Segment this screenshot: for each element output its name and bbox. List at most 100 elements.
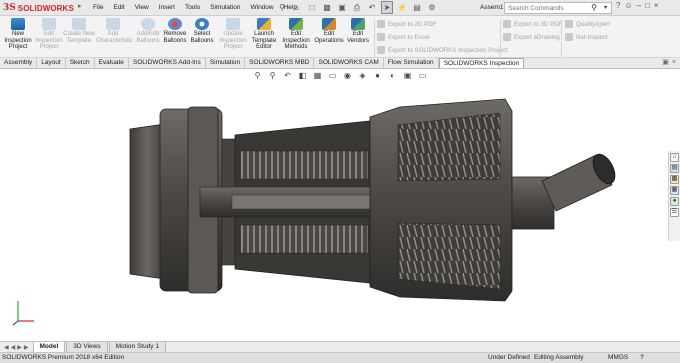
menu-window[interactable]: Window: [245, 0, 278, 16]
edit-mode-status: Editing Assembly: [534, 354, 584, 361]
update-inspection-project-button[interactable]: Update Inspection Project: [216, 18, 250, 51]
status-bar: SOLIDWORKS Premium 2018 x64 Edition Unde…: [0, 352, 680, 363]
scroll-last-icon[interactable]: ▶: [24, 344, 29, 351]
select-balloons-button[interactable]: Select Balloons: [185, 18, 219, 44]
panel-close-icon[interactable]: ×: [672, 58, 676, 68]
scroll-next-icon[interactable]: ▶: [17, 344, 22, 351]
vendors-icon: [351, 18, 365, 30]
menu-view[interactable]: View: [130, 0, 154, 16]
pin-icon[interactable]: ⚲: [276, 1, 288, 14]
add-balloons-icon: [141, 18, 155, 30]
tab-solidworks-mbd[interactable]: SOLIDWORKS MBD: [245, 58, 315, 68]
pdf-3d-icon: [503, 20, 511, 28]
edit-inspection-methods-button[interactable]: Edit Inspection Methods: [279, 18, 313, 51]
separator: [374, 19, 375, 57]
net-inspect-button[interactable]: Net-Inspect: [565, 32, 608, 42]
search-input[interactable]: [508, 4, 588, 12]
new-inspection-project-icon: [11, 18, 25, 30]
tab-flow-simulation[interactable]: Flow Simulation: [384, 58, 439, 68]
options-gear-icon[interactable]: ⚙: [426, 1, 438, 14]
menu-edit[interactable]: Edit: [108, 0, 129, 16]
menu-file[interactable]: File: [88, 0, 108, 16]
tab-model[interactable]: Model: [32, 341, 66, 353]
edrawing-icon: [503, 33, 511, 41]
user-account-icon[interactable]: ☺: [624, 1, 632, 10]
logo-expand-arrow-icon[interactable]: ▸: [78, 2, 82, 10]
operations-icon: [322, 18, 336, 30]
add-characteristic-icon: [106, 18, 120, 30]
print-icon[interactable]: ⎙: [351, 1, 363, 14]
scroll-first-icon[interactable]: ◀: [4, 344, 9, 351]
solidworks-resources-icon[interactable]: ⌂: [670, 153, 679, 162]
remove-balloons-icon: [168, 18, 182, 30]
status-help-icon[interactable]: ?: [640, 353, 644, 363]
ds-logo-mark: 3S: [3, 3, 16, 13]
launch-template-editor-button[interactable]: Launch Template Editor: [247, 18, 281, 51]
tab-simulation[interactable]: Simulation: [206, 58, 246, 68]
qualityxpert-icon: [565, 20, 573, 28]
view-palette-icon[interactable]: ▦: [670, 186, 679, 195]
create-new-template-button[interactable]: Create New Template: [62, 18, 96, 44]
help-question-icon[interactable]: ?: [616, 1, 620, 10]
new-document-icon[interactable]: □: [306, 1, 318, 14]
inspection-methods-icon: [289, 18, 303, 30]
tab-evaluate[interactable]: Evaluate: [95, 58, 129, 68]
reference-triad: [12, 301, 34, 326]
tab-scroll-arrows: ◀ ◀ ▶ ▶: [0, 344, 33, 351]
export-2d-pdf-button[interactable]: Export to 2D PDF: [377, 19, 437, 29]
jet-engine-model[interactable]: [0, 69, 680, 341]
window-minimize-icon[interactable]: –: [637, 1, 641, 10]
tab-sketch[interactable]: Sketch: [66, 58, 95, 68]
command-manager: New Inspection Project Edit Inspection P…: [0, 16, 680, 58]
scroll-prev-icon[interactable]: ◀: [11, 344, 16, 351]
tab-layout[interactable]: Layout: [37, 58, 66, 68]
export-inspection-project-button[interactable]: Export to SOLIDWORKS Inspection Project: [377, 45, 507, 55]
menu-tools[interactable]: Tools: [180, 0, 205, 16]
tab-solidworks-cam[interactable]: SOLIDWORKS CAM: [314, 58, 384, 68]
unit-system-selector[interactable]: MMGS: [608, 353, 628, 363]
save-icon[interactable]: ▣: [336, 1, 348, 14]
export-edrawing-button[interactable]: Export eDrawing: [503, 32, 560, 42]
separator: [500, 19, 501, 57]
compressor-blades-lower: [239, 224, 369, 254]
file-explorer-icon[interactable]: ▩: [670, 175, 679, 184]
add-characteristic-button[interactable]: Add Characteristic: [96, 18, 133, 44]
graphics-area[interactable]: ⚲ ⚲ ↶ ◧ ▦ ▭ ◉ ◈ ● ◐ ▣ ▭ ⌂ ▤ ▩ ▦ ● ☰: [0, 69, 680, 341]
search-commands-box[interactable]: ⚲ ▾: [504, 2, 612, 14]
tab-3d-views[interactable]: 3D Views: [66, 341, 108, 353]
document-title: Assem1: [480, 4, 504, 11]
pdf-icon: [377, 20, 385, 28]
menu-bar: File Edit View Insert Tools Simulation W…: [88, 0, 302, 16]
tab-motion-study-1[interactable]: Motion Study 1: [108, 341, 166, 353]
home-icon[interactable]: ⌂: [291, 1, 303, 14]
select-pointer-icon[interactable]: ➤: [381, 1, 393, 14]
new-inspection-project-button[interactable]: New Inspection Project: [1, 18, 35, 51]
solidworks-logo[interactable]: 3S SOLIDWORKS: [3, 2, 74, 14]
qualityxpert-button[interactable]: QualityXpert: [565, 19, 610, 29]
tab-assembly[interactable]: Assembly: [0, 58, 38, 68]
tab-solidworks-add-ins[interactable]: SOLIDWORKS Add-Ins: [129, 58, 206, 68]
select-balloons-icon: [195, 18, 209, 30]
window-restore-icon[interactable]: □: [645, 1, 650, 10]
search-dropdown-icon[interactable]: ▾: [604, 3, 607, 14]
restore-panel-icon[interactable]: ▣: [662, 58, 669, 68]
quick-access-toolbar: ⚲ ⌂ □ ▩ ▣ ⎙ ↶ ➤ ⚡ ▤ ⚙: [276, 1, 438, 15]
edit-inspection-project-button[interactable]: Edit Inspection Project: [32, 18, 66, 51]
update-project-icon: [226, 18, 240, 30]
undo-icon[interactable]: ↶: [366, 1, 378, 14]
custom-properties-icon[interactable]: ☰: [670, 208, 679, 217]
export-3d-pdf-button[interactable]: Export to 3D PDF: [503, 19, 563, 29]
tab-solidworks-inspection[interactable]: SOLIDWORKS Inspection: [438, 58, 525, 68]
appearances-icon[interactable]: ●: [670, 197, 679, 206]
net-inspect-icon: [565, 33, 573, 41]
rebuild-icon[interactable]: ⚡: [396, 1, 408, 14]
open-folder-icon[interactable]: ▩: [321, 1, 333, 14]
export-excel-button[interactable]: Export to Excel: [377, 32, 430, 42]
window-close-icon[interactable]: ×: [654, 1, 659, 10]
menu-simulation[interactable]: Simulation: [205, 0, 245, 16]
design-library-icon[interactable]: ▤: [670, 164, 679, 173]
menu-insert[interactable]: Insert: [154, 0, 180, 16]
file-properties-icon[interactable]: ▤: [411, 1, 423, 14]
search-icon[interactable]: ⚲: [591, 3, 597, 12]
edit-vendors-button[interactable]: Edit Vendors: [341, 18, 375, 44]
